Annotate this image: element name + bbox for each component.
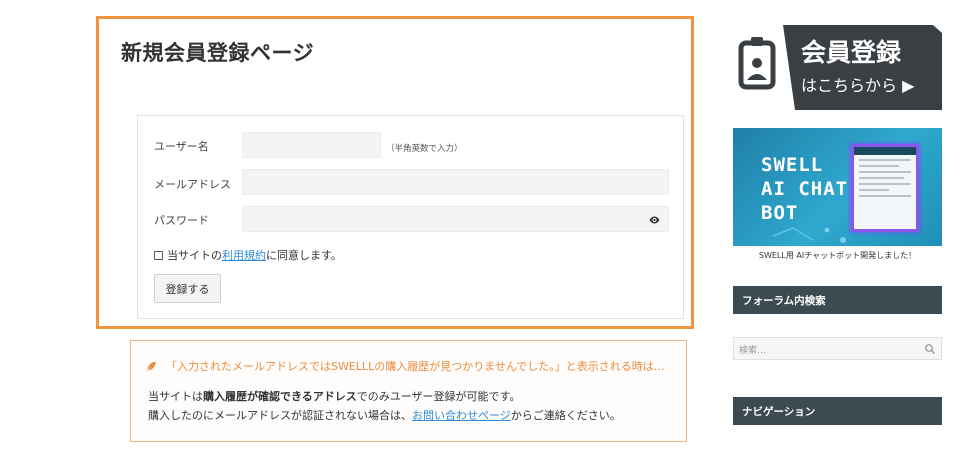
ai-chatbot-banner[interactable]: SWELL AI CHAT BOT xyxy=(733,128,942,246)
terms-agreement: 当サイトの 利用規約 に同意します。 xyxy=(154,247,342,263)
chat-line xyxy=(859,177,904,179)
notice-line-1-prefix: 当サイトは xyxy=(148,390,203,403)
notice-line-2-suffix: からご連絡ください。 xyxy=(510,409,621,422)
username-label: ユーザー名 xyxy=(154,140,209,153)
navigation-title: ナビゲーション xyxy=(733,397,942,425)
feather-icon xyxy=(146,361,156,371)
register-banner-line1: 会員登録 xyxy=(801,38,902,67)
notice-title: 「入力されたメールアドレスではSWELLLの購入履歴が見つかりませんでした。」と… xyxy=(145,358,665,374)
username-input[interactable] xyxy=(242,132,381,158)
chat-window-header xyxy=(854,147,916,155)
page-title: 新規会員登録ページ xyxy=(121,41,315,65)
eye-icon[interactable] xyxy=(648,214,661,226)
register-button[interactable]: 登録する xyxy=(154,274,221,303)
notice-line-1-suffix: でのみユーザー登録が可能です。 xyxy=(356,390,521,403)
chat-window-illustration xyxy=(851,144,919,232)
register-banner[interactable]: 会員登録 はこちらから ▶ xyxy=(733,25,942,110)
contact-page-link[interactable]: お問い合わせページ xyxy=(412,409,511,422)
password-input[interactable] xyxy=(242,206,669,232)
forum-search-title: フォーラム内検索 xyxy=(733,286,942,314)
password-label: パスワード xyxy=(154,214,209,227)
ai-banner-line3: BOT xyxy=(761,202,799,224)
search-placeholder: 検索… xyxy=(739,346,767,356)
chat-line xyxy=(859,189,889,191)
ai-banner-caption: SWELL用 AIチャットボット開発しました！ xyxy=(758,251,917,260)
ai-banner-line1: SWELL xyxy=(761,154,824,176)
terms-checkbox[interactable] xyxy=(154,250,163,260)
notice-title-text: 「入力されたメールアドレスではSWELLLの購入履歴が見つかりませんでした。」と… xyxy=(166,360,665,373)
notice-line-1: 当サイトは購入履歴が確認できるアドレスでのみユーザー登録が可能です。 xyxy=(148,388,520,404)
chat-line xyxy=(859,171,911,173)
notice-line-2-prefix: 購入したのにメールアドレスが認証されない場合は、 xyxy=(148,409,412,422)
notice-line-1-bold: 購入履歴が確認できるアドレス xyxy=(203,390,357,403)
search-icon[interactable] xyxy=(924,343,936,355)
forum-search-input[interactable]: 検索… xyxy=(733,337,942,360)
email-label: メールアドレス xyxy=(154,178,231,191)
chat-line xyxy=(859,195,911,197)
chat-line xyxy=(859,165,899,167)
agree-suffix: に同意します。 xyxy=(266,249,342,262)
terms-link[interactable]: 利用規約 xyxy=(222,247,266,263)
ai-banner-line2: AI CHAT xyxy=(761,178,849,200)
notice-line-2: 購入したのにメールアドレスが認証されない場合は、お問い合わせページからご連絡くだ… xyxy=(148,407,621,423)
username-hint: （半角英数で入力） xyxy=(386,144,463,154)
chat-line xyxy=(859,183,911,185)
email-input[interactable] xyxy=(242,169,669,195)
notice-box: 「入力されたメールアドレスではSWELLLの購入履歴が見つかりませんでした。」と… xyxy=(130,340,687,442)
register-banner-line2: はこちらから ▶ xyxy=(801,76,915,95)
agree-prefix: 当サイトの xyxy=(167,249,222,262)
registration-panel: 新規会員登録ページ ユーザー名 （半角英数で入力） メールアドレス パスワード … xyxy=(96,16,694,329)
registration-form: ユーザー名 （半角英数で入力） メールアドレス パスワード 当サイトの 利用規約… xyxy=(137,115,684,319)
chat-line xyxy=(859,159,911,161)
